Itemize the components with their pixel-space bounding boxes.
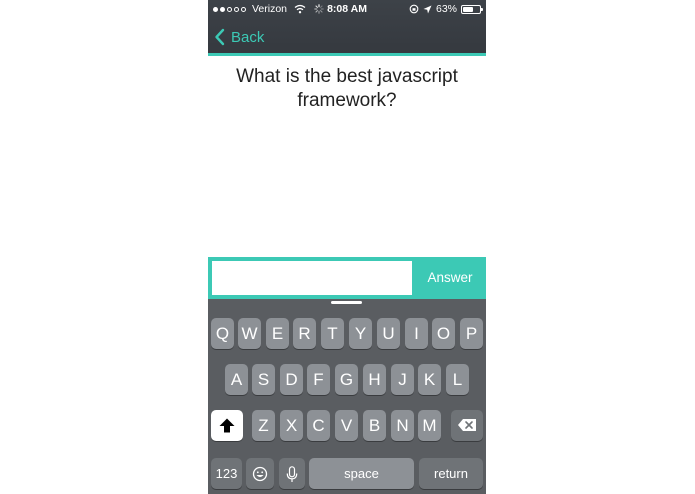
key-n[interactable]: N (391, 410, 414, 441)
emoji-icon (252, 466, 268, 482)
answer-button[interactable]: Answer (414, 257, 486, 299)
numbers-key[interactable]: 123 (211, 458, 242, 489)
microphone-icon (286, 466, 298, 482)
key-y[interactable]: Y (349, 318, 372, 349)
phone-screen: Verizon 8:08 AM 63% Back What is the bes… (208, 0, 486, 494)
back-button[interactable]: Back (214, 25, 264, 49)
rotation-lock-icon (409, 4, 419, 14)
answer-bar: Answer (208, 257, 486, 299)
keyboard: Q W E R T Y U I O P A S D F G H J K L Z … (208, 299, 486, 494)
key-g[interactable]: G (335, 364, 358, 395)
key-j[interactable]: J (391, 364, 414, 395)
key-v[interactable]: V (335, 410, 358, 441)
key-l[interactable]: L (446, 364, 469, 395)
battery-level-fill (463, 6, 473, 12)
backspace-icon (458, 419, 476, 431)
header-accent-line (208, 53, 486, 56)
key-s[interactable]: S (252, 364, 275, 395)
key-t[interactable]: T (321, 318, 344, 349)
key-i[interactable]: I (405, 318, 428, 349)
status-right: 63% (409, 2, 483, 16)
shift-icon (219, 418, 235, 433)
emoji-key[interactable] (246, 458, 274, 489)
navigation-bar: Verizon 8:08 AM 63% Back (208, 0, 486, 53)
question-text: What is the best javascript framework? (236, 66, 458, 111)
key-k[interactable]: K (418, 364, 441, 395)
microphone-key[interactable] (279, 458, 305, 489)
key-b[interactable]: B (363, 410, 386, 441)
key-z[interactable]: Z (252, 410, 275, 441)
key-c[interactable]: C (307, 410, 330, 441)
battery-icon (461, 4, 483, 14)
key-r[interactable]: R (293, 318, 316, 349)
key-f[interactable]: F (307, 364, 330, 395)
key-o[interactable]: O (432, 318, 455, 349)
shift-key[interactable] (211, 410, 243, 441)
backspace-key[interactable] (451, 410, 483, 441)
space-key[interactable]: space (309, 458, 414, 489)
answer-input[interactable] (212, 261, 412, 295)
key-w[interactable]: W (238, 318, 261, 349)
keyboard-handle[interactable] (331, 301, 362, 304)
key-m[interactable]: M (418, 410, 441, 441)
key-u[interactable]: U (377, 318, 400, 349)
key-x[interactable]: X (280, 410, 303, 441)
chevron-left-icon (215, 28, 225, 46)
return-key[interactable]: return (419, 458, 483, 489)
key-q[interactable]: Q (211, 318, 234, 349)
key-h[interactable]: H (363, 364, 386, 395)
location-arrow-icon (423, 5, 432, 13)
battery-percent: 63% (435, 3, 457, 15)
key-d[interactable]: D (280, 364, 303, 395)
back-label: Back (231, 28, 265, 46)
key-p[interactable]: P (460, 318, 483, 349)
key-a[interactable]: A (225, 364, 248, 395)
key-e[interactable]: E (266, 318, 289, 349)
